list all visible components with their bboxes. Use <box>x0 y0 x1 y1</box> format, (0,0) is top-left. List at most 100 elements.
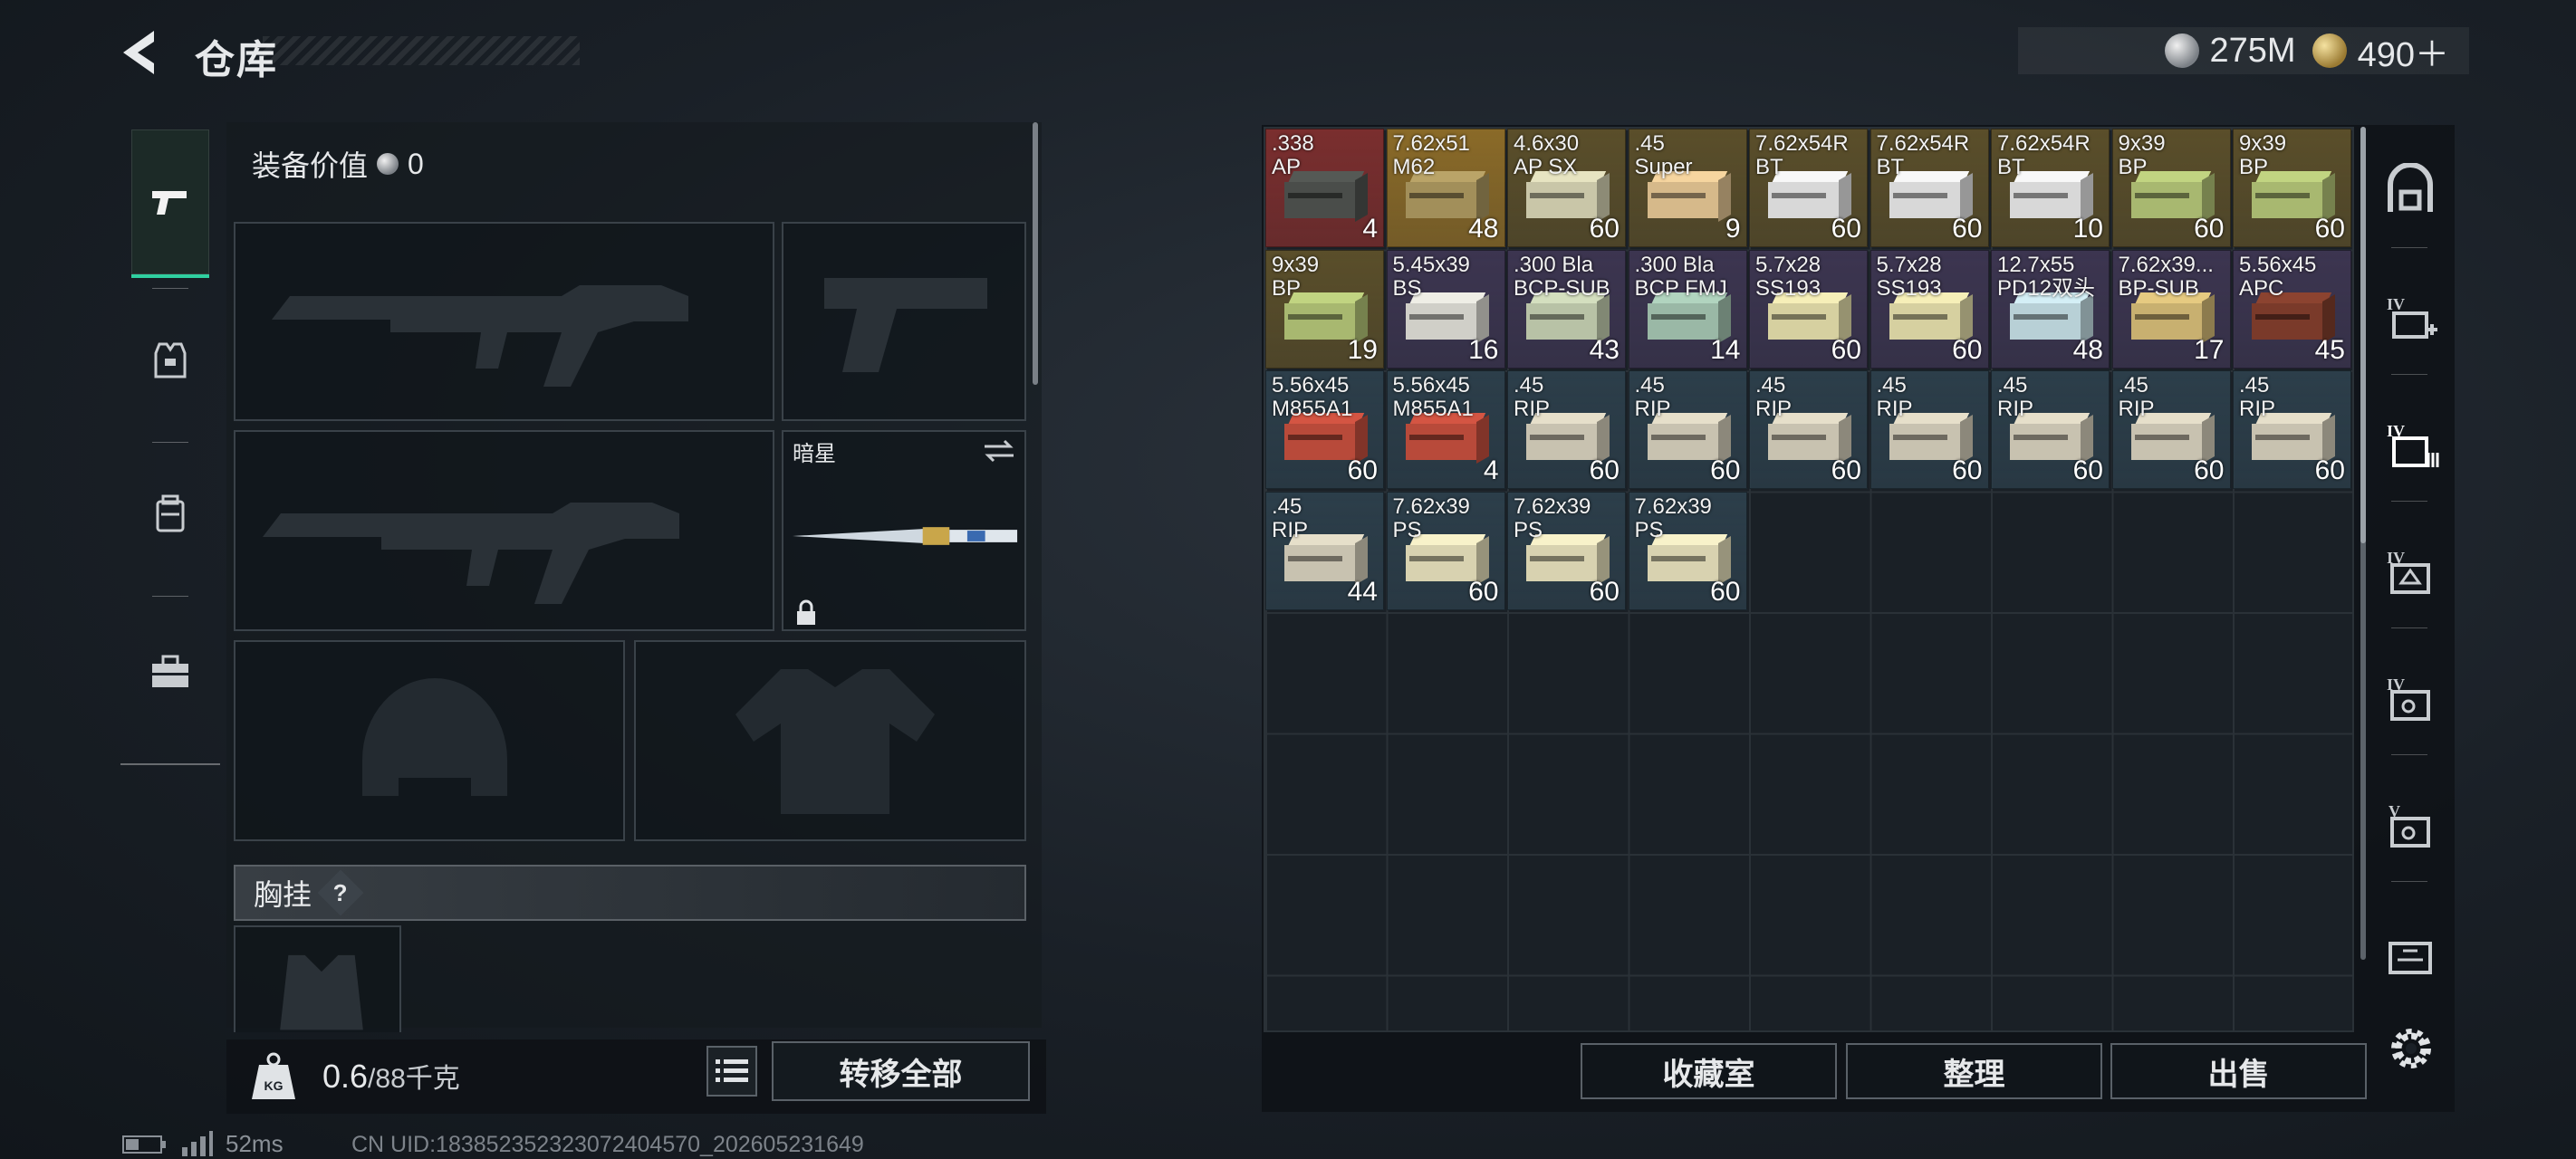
ammo-item[interactable]: 5.56x45 M855A1 4 <box>1386 370 1505 489</box>
transfer-all-button[interactable]: 转移全部 <box>772 1041 1030 1101</box>
equipment-value-label: 装备价值 <box>252 149 369 182</box>
ammo-name: .45 RIP <box>1876 373 1913 421</box>
armor-icon: IV <box>2387 549 2430 594</box>
ammo-item[interactable]: 5.56x45 M855A1 60 <box>1265 370 1384 489</box>
ammo-item[interactable]: 7.62x39 PS 60 <box>1386 491 1505 610</box>
equipment-scrollbar[interactable] <box>1033 122 1038 385</box>
ammo-count: 4 <box>1483 455 1499 485</box>
currency-gold[interactable]: 490＋ <box>2312 26 2449 76</box>
right-nav-tools-iv[interactable]: IV <box>2377 666 2444 733</box>
ammo-count: 60 <box>1831 214 1861 244</box>
grid-scrollbar-thumb[interactable] <box>2360 127 2366 543</box>
ammo-name: 9x39 BP <box>1272 252 1320 301</box>
svg-text:IV: IV <box>2387 295 2405 313</box>
medical-kit-icon: IV <box>2387 295 2437 339</box>
ammo-item[interactable]: 7.62x51 M62 48 <box>1386 129 1505 247</box>
right-nav-ammo-iv[interactable]: IV <box>2377 412 2444 479</box>
sell-button[interactable]: 出售 <box>2110 1043 2367 1099</box>
favorites-button[interactable]: 收藏室 <box>1581 1043 1837 1099</box>
nav-backpack[interactable] <box>131 442 209 587</box>
body-armor-slot[interactable] <box>634 640 1026 841</box>
ammo-name: .300 Bla BCP FMJ <box>1634 252 1727 301</box>
ammo-item[interactable]: 7.62x39 PS 60 <box>1628 491 1747 610</box>
ammo-name: 7.62x39 PS <box>1514 493 1591 542</box>
ammo-item[interactable]: .45 RIP 60 <box>2111 370 2231 489</box>
helmet-slot[interactable] <box>234 640 625 841</box>
ammo-count: 9 <box>1725 214 1741 244</box>
pistol-slot[interactable] <box>782 222 1026 421</box>
ammo-item[interactable]: 7.62x54R BT 60 <box>1870 129 1989 247</box>
crate-icon <box>2389 942 2432 974</box>
ammo-item[interactable]: 9x39 BP 60 <box>2233 129 2351 247</box>
list-view-button[interactable] <box>706 1046 757 1097</box>
ping-readout: 52ms <box>226 1130 284 1157</box>
ammo-item[interactable]: 7.62x39 PS 60 <box>1507 491 1626 610</box>
ammo-item[interactable]: 5.45x39 BS 16 <box>1386 249 1505 369</box>
back-button[interactable] <box>118 27 163 78</box>
ammo-item[interactable]: 9x39 BP 19 <box>1265 249 1384 369</box>
ammo-name: .45 RIP <box>1514 373 1551 421</box>
right-nav-separator <box>2391 247 2427 248</box>
ammo-count: 60 <box>1468 576 1499 607</box>
chest-rig-slot[interactable] <box>234 925 401 1032</box>
ammo-count: 60 <box>1952 334 1983 365</box>
ammo-item[interactable]: 4.6x30 AP SX 60 <box>1507 129 1626 247</box>
ammo-item[interactable]: .45 RIP 60 <box>1749 370 1868 489</box>
right-nav-separator <box>2391 881 2427 882</box>
ammo-item[interactable]: .45 RIP 60 <box>1991 370 2110 489</box>
ammo-item[interactable]: 12.7x55 PD12双头 48 <box>1991 249 2110 369</box>
ammo-item[interactable]: .338 AP 4 <box>1265 129 1384 247</box>
secondary-weapon-slot[interactable] <box>234 430 774 631</box>
nav-weapon[interactable] <box>131 129 209 278</box>
currency-silver-value: 275M <box>2209 31 2296 70</box>
ammo-item[interactable]: 5.56x45 APC 45 <box>2233 249 2351 369</box>
ammo-item[interactable]: .45 Super 9 <box>1628 129 1747 247</box>
help-icon[interactable]: ? <box>317 869 364 916</box>
ammo-item[interactable]: .45 RIP 60 <box>2233 370 2351 489</box>
swap-icon[interactable] <box>981 437 1017 465</box>
currency-bar: 275M 490＋ <box>2018 27 2469 74</box>
silver-coin-icon <box>2164 34 2199 68</box>
left-category-nav <box>120 120 220 765</box>
sort-button[interactable]: 整理 <box>1846 1043 2102 1099</box>
ammo-item[interactable]: .45 RIP 44 <box>1265 491 1384 610</box>
ammo-name: 5.7x28 SS193 <box>1876 252 1942 301</box>
nav-armor[interactable] <box>131 288 209 433</box>
ammo-count: 44 <box>1347 576 1378 607</box>
ammo-item[interactable]: 9x39 BP 60 <box>2111 129 2231 247</box>
right-nav-misc[interactable] <box>2377 919 2444 986</box>
ammo-item[interactable]: 7.62x39... BP-SUB 17 <box>2111 249 2231 369</box>
primary-weapon-slot[interactable] <box>234 222 774 421</box>
ammo-item[interactable]: 5.7x28 SS193 60 <box>1870 249 1989 369</box>
settings-gear-icon[interactable] <box>2386 1023 2437 1074</box>
ammo-item[interactable]: .300 Bla BCP FMJ 14 <box>1628 249 1747 369</box>
ammo-item[interactable]: .300 Bla BCP-SUB 43 <box>1507 249 1626 369</box>
knife-icon <box>792 527 1018 545</box>
ammo-item[interactable]: .45 RIP 60 <box>1507 370 1626 489</box>
ammo-name: 9x39 BP <box>2239 131 2287 179</box>
armor-vest-icon <box>154 342 187 378</box>
ammo-count: 48 <box>1468 214 1499 244</box>
chest-rig-label: 胸挂 <box>254 878 312 911</box>
ammo-name: 5.56x45 M855A1 <box>1392 373 1474 421</box>
right-nav-medical-iv[interactable]: IV <box>2377 285 2444 352</box>
ammo-item[interactable]: 7.62x54R BT 60 <box>1749 129 1868 247</box>
ammo-name: 4.6x30 AP SX <box>1514 131 1580 179</box>
right-nav-safe[interactable] <box>2377 158 2444 225</box>
battery-icon <box>122 1135 166 1154</box>
ammo-item[interactable]: 7.62x54R BT 10 <box>1991 129 2110 247</box>
ammo-item[interactable]: .45 RIP 60 <box>1628 370 1747 489</box>
melee-slot[interactable]: 暗星 <box>782 430 1026 631</box>
ammo-count: 60 <box>1589 455 1620 485</box>
ammo-name: 7.62x51 M62 <box>1392 131 1470 179</box>
nav-toolbox[interactable] <box>131 600 209 745</box>
ammo-box-icon: IV <box>2387 422 2439 467</box>
ammo-item[interactable]: .45 RIP 60 <box>1870 370 1989 489</box>
ammo-name: .338 AP <box>1272 131 1314 179</box>
right-nav-armor-iv[interactable]: IV <box>2377 539 2444 606</box>
ammo-name: 5.56x45 M855A1 <box>1272 373 1353 421</box>
ammo-count: 60 <box>1952 455 1983 485</box>
pistol-icon <box>152 191 187 215</box>
right-nav-tools-v[interactable]: V <box>2377 792 2444 859</box>
ammo-item[interactable]: 5.7x28 SS193 60 <box>1749 249 1868 369</box>
